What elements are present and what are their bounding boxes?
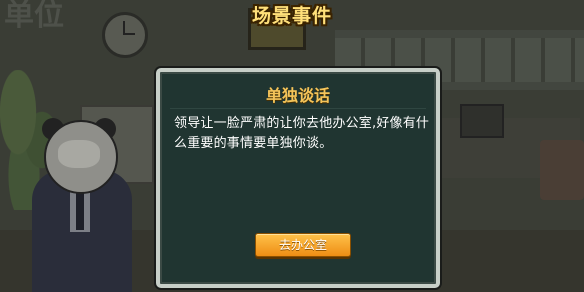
dialog-message: 领导让一脸严肃的让你去他办公室,好像有什么重要的事情要单独你谈。 bbox=[174, 116, 430, 151]
event-dialog: 单独谈话 领导让一脸严肃的让你去他办公室,好像有什么重要的事情要单独你谈。 去办… bbox=[156, 68, 440, 288]
boss-face bbox=[58, 140, 100, 168]
dialog-divider bbox=[170, 108, 426, 109]
office-chair bbox=[540, 140, 584, 200]
scene-event-title: 场景事件 bbox=[251, 5, 332, 27]
go-to-office-button[interactable]: 去办公室 bbox=[255, 233, 351, 257]
dialog-title: 单独谈话 bbox=[265, 86, 330, 105]
monitor-icon bbox=[460, 104, 504, 138]
